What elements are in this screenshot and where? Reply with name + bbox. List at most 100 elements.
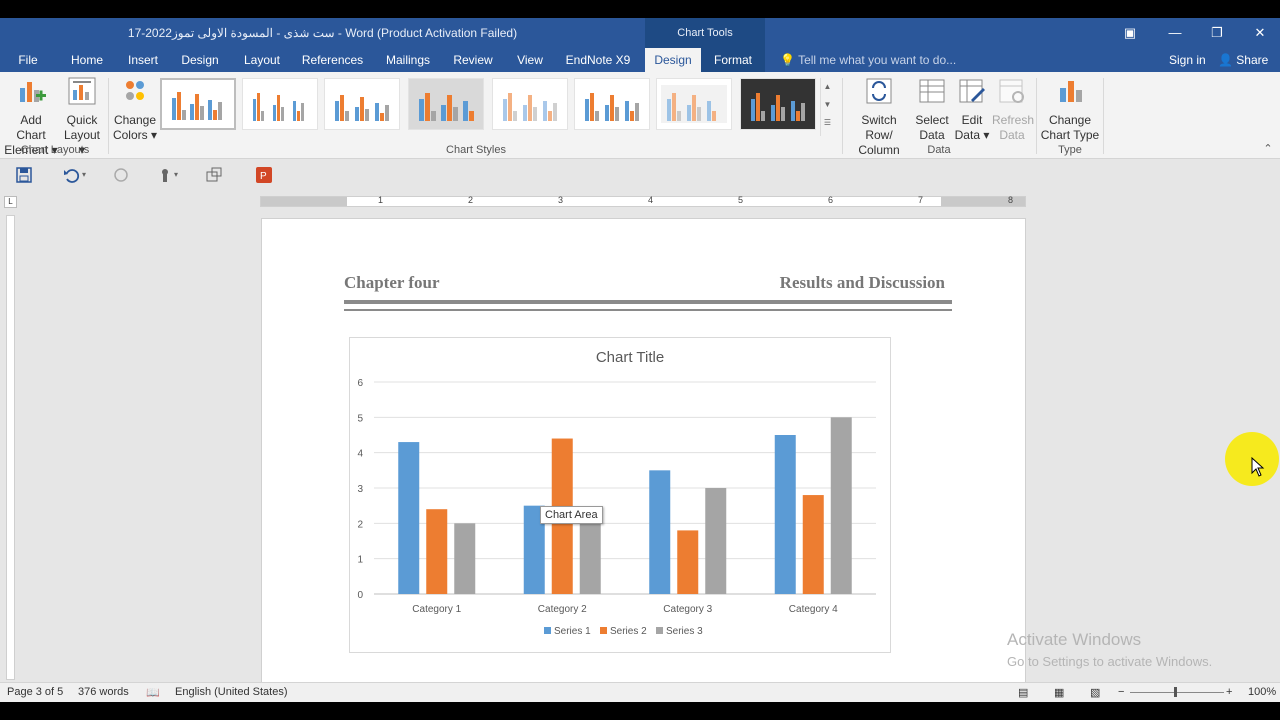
edit-data-button[interactable]: Edit Data ▾ [954, 76, 990, 143]
activate-windows-title: Activate Windows [1007, 630, 1142, 649]
chart-area-tooltip: Chart Area [540, 506, 603, 524]
zoom-in-icon[interactable]: + [1226, 686, 1232, 698]
tab-layout[interactable]: Layout [238, 48, 286, 72]
collapse-ribbon-icon[interactable]: ⌃ [1262, 142, 1274, 155]
edit-data-label-2: Data [954, 128, 980, 142]
read-mode-icon[interactable]: ▤ [1018, 686, 1028, 699]
language-indicator[interactable]: English (United States) [175, 686, 288, 698]
ruler-number: 1 [378, 195, 384, 205]
page-count[interactable]: Page 3 of 5 [7, 686, 63, 698]
bar-chart[interactable]: Chart Title 0 1 2 3 4 5 6 Category 1 Category 2 Ca… [350, 338, 890, 652]
zoom-slider-thumb[interactable] [1174, 687, 1177, 697]
share-button[interactable]: 👤 Share [1218, 48, 1268, 72]
tell-me-search[interactable]: 💡 Tell me what you want to do... [780, 48, 956, 72]
chart-style-1[interactable] [160, 78, 236, 130]
undo-icon[interactable] [62, 166, 80, 184]
x-tick-label: Category 1 [412, 604, 461, 615]
header-section-title: Results and Discussion [779, 273, 945, 292]
gallery-more-icon[interactable]: ☰ [821, 114, 834, 132]
chart-style-thumb [172, 92, 222, 120]
bar-series-2 [677, 530, 699, 594]
gallery-scroll[interactable]: ▲ ▼ ☰ [820, 78, 834, 136]
y-tick-label: 4 [357, 449, 363, 460]
scroll-up-icon[interactable]: ▲ [821, 78, 834, 96]
tab-endnote[interactable]: EndNote X9 [562, 48, 634, 72]
save-icon[interactable] [15, 166, 33, 184]
change-chart-type-button[interactable]: Change Chart Type [1040, 76, 1100, 143]
proofing-icon[interactable]: 📖 [146, 686, 160, 699]
header-rule-thin [344, 309, 952, 311]
chart-style-thumb [661, 85, 727, 123]
chart-style-5[interactable] [492, 78, 568, 130]
select-data-button[interactable]: Select Data [914, 76, 950, 143]
tab-mailings[interactable]: Mailings [380, 48, 436, 72]
chart-styles-gallery [158, 78, 824, 134]
quick-layout-icon [68, 77, 96, 105]
bar-series-3 [454, 523, 476, 594]
x-tick-label: Category 2 [538, 604, 587, 615]
chart-style-6[interactable] [574, 78, 650, 130]
screen-clip-icon[interactable] [205, 166, 223, 184]
top-black-bar [0, 0, 1280, 18]
change-chart-type-label-2: Chart Type [1040, 128, 1100, 142]
tab-view[interactable]: View [510, 48, 550, 72]
horizontal-ruler[interactable]: 1 2 3 4 5 6 7 8 [260, 195, 1026, 207]
ruler-number: 3 [558, 195, 564, 205]
chart-style-3[interactable] [324, 78, 400, 130]
legend-swatch [600, 627, 607, 634]
bottom-black-bar [0, 702, 1280, 720]
redo-icon[interactable] [112, 166, 130, 184]
quick-layout-label-2: Layout [63, 128, 101, 142]
tab-insert[interactable]: Insert [122, 48, 164, 72]
zoom-slider[interactable] [1130, 692, 1224, 693]
bar-series-3 [830, 417, 852, 594]
ruler-number: 6 [828, 195, 834, 205]
lightbulb-icon: 💡 [780, 53, 795, 67]
add-chart-element-label-1: Add Chart [16, 113, 46, 142]
undo-dropdown-icon[interactable]: ▾ [82, 166, 100, 184]
change-chart-type-icon [1060, 81, 1082, 102]
document-page[interactable]: Chapter four Results and Discussion Char… [261, 218, 1026, 688]
window-title: 17-2022ست شذى - المسودة الاولى تموز - Wo… [127, 26, 518, 40]
ruler-number: 5 [738, 195, 744, 205]
sign-in-link[interactable]: Sign in [1169, 48, 1206, 72]
chart-style-7[interactable] [656, 78, 732, 130]
touch-mode-icon[interactable] [156, 166, 174, 184]
chart-area[interactable]: Chart Title 0 1 2 3 4 5 6 Category 1 Category 2 Ca… [349, 337, 891, 653]
chart-style-thumb [503, 93, 557, 121]
refresh-data-button[interactable]: Refresh Data [992, 76, 1034, 143]
tab-chart-format[interactable]: Format [701, 48, 765, 72]
restore-icon[interactable]: ❐ [1197, 18, 1237, 48]
minimize-icon[interactable]: — [1155, 18, 1195, 48]
word-count[interactable]: 376 words [78, 686, 129, 698]
dropdown-arrow-icon: ▾ [980, 128, 990, 142]
close-icon[interactable]: ✕ [1240, 18, 1280, 48]
separator [1036, 78, 1037, 154]
change-chart-type-label-1: Change [1048, 113, 1092, 127]
switch-row-column-label-2: Column [858, 143, 900, 157]
switch-row-column-button[interactable]: Switch Row/ Column [846, 76, 912, 158]
select-data-icon [919, 79, 945, 103]
chart-style-4[interactable] [408, 78, 484, 130]
zoom-level[interactable]: 100% [1248, 686, 1276, 698]
web-layout-icon[interactable]: ▧ [1090, 686, 1100, 699]
tab-design[interactable]: Design [176, 48, 224, 72]
switch-row-column-label-1: Switch Row/ [861, 113, 897, 142]
chart-style-2[interactable] [242, 78, 318, 130]
scroll-down-icon[interactable]: ▼ [821, 96, 834, 114]
y-tick-label: 3 [357, 484, 363, 495]
tab-chart-design[interactable]: Design [645, 48, 701, 72]
powerpoint-icon[interactable]: P [255, 166, 273, 184]
ribbon-display-options-icon[interactable]: ▣ [1110, 18, 1150, 48]
tab-home[interactable]: Home [63, 48, 111, 72]
edit-data-label-1: Edit [961, 113, 983, 127]
zoom-out-icon[interactable]: − [1118, 686, 1124, 698]
touch-dropdown-icon[interactable]: ▾ [174, 166, 192, 184]
tab-references[interactable]: References [299, 48, 366, 72]
print-layout-icon[interactable]: ▦ [1054, 686, 1064, 699]
change-colors-button[interactable]: Change Colors ▾ [112, 76, 158, 143]
chart-style-8[interactable] [740, 78, 816, 130]
tab-review[interactable]: Review [449, 48, 497, 72]
vertical-ruler[interactable] [6, 215, 15, 680]
tab-file[interactable]: File [10, 48, 46, 72]
